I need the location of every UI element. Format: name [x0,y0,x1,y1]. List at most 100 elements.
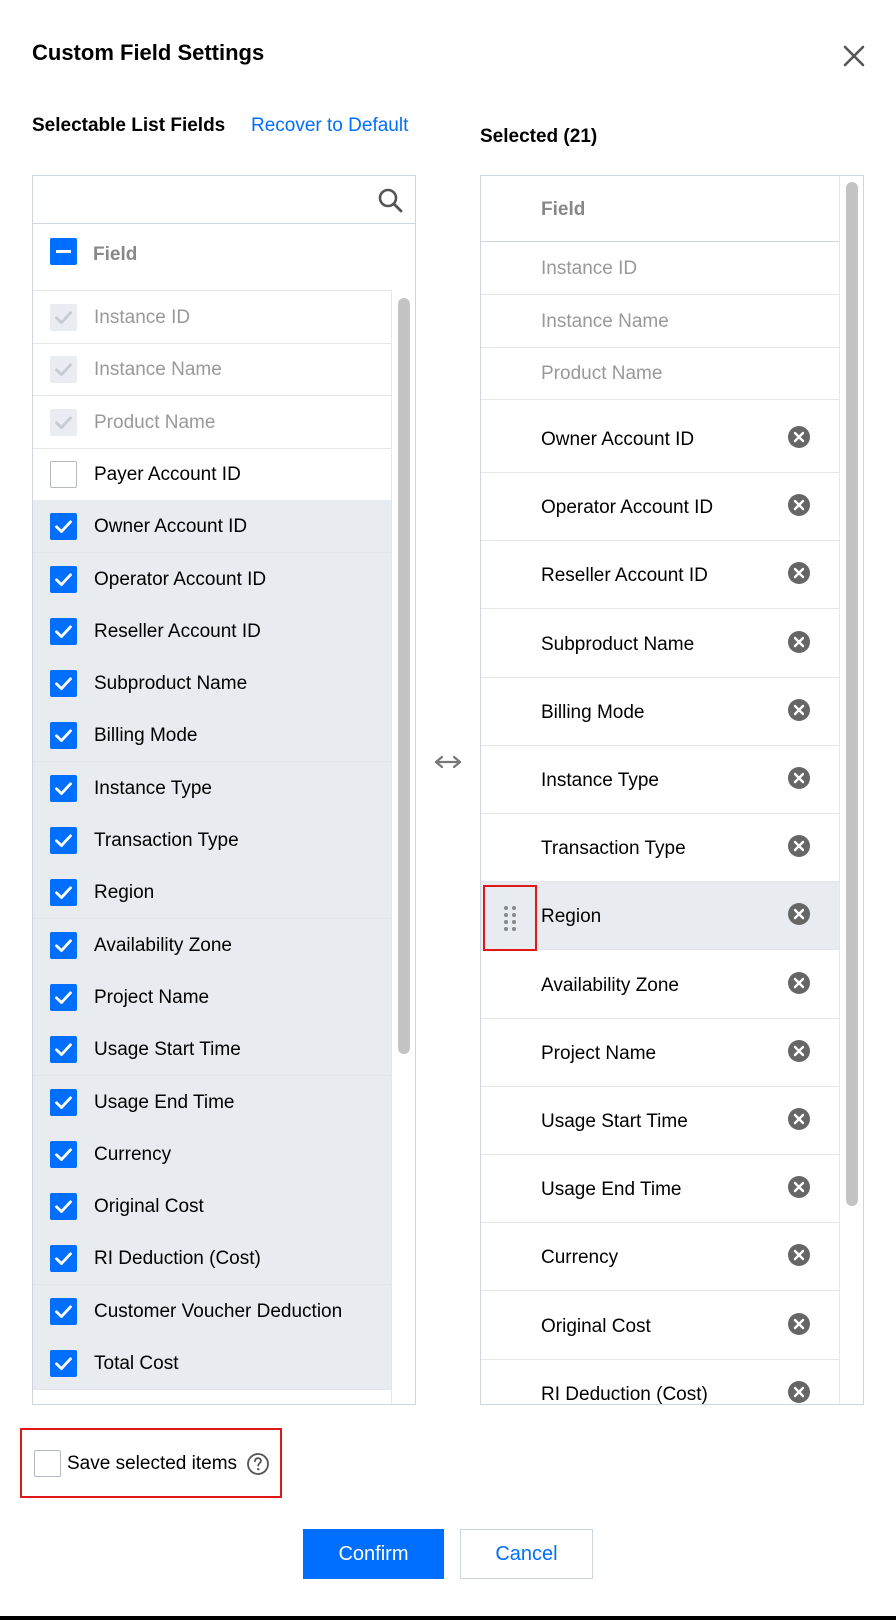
field-option-checkbox[interactable] [50,565,77,593]
remove-circle-icon[interactable] [787,902,811,926]
field-option-row[interactable]: Payer Account ID [33,448,391,501]
selected-field-label: Billing Mode [541,701,645,723]
field-option-checkbox[interactable] [50,670,77,698]
field-option-checkbox[interactable] [50,1297,77,1325]
left-scrollbar-thumb[interactable] [398,298,410,1054]
field-option-checkbox[interactable] [50,1245,77,1273]
field-option-row[interactable]: Instance Type [33,761,391,815]
confirm-button[interactable]: Confirm [303,1529,444,1579]
field-option-row[interactable]: Billing Mode [33,709,391,763]
remove-circle-icon[interactable] [787,1107,811,1131]
field-option-row[interactable]: Transaction Type [33,814,391,867]
field-option-checkbox[interactable] [50,774,77,802]
remove-circle-icon[interactable] [787,698,811,722]
selected-field-row[interactable]: Subproduct Name [481,609,839,678]
remove-circle-icon[interactable] [787,1380,811,1404]
selected-field-row[interactable]: Region [481,882,839,952]
field-option-row[interactable]: Usage Start Time [33,1023,391,1077]
field-option-checkbox[interactable] [50,513,77,541]
remove-circle-icon[interactable] [787,493,811,517]
remove-circle-icon[interactable] [787,1175,811,1199]
left-scrollbar[interactable] [391,290,415,1404]
selectable-fields-panel: Field Instance ID Instance Name Product Na… [32,175,416,1405]
select-all-checkbox[interactable] [50,238,77,265]
field-option-label: Instance Name [94,359,222,381]
field-option-checkbox[interactable] [50,879,77,907]
selected-field-row[interactable]: Transaction Type [481,814,839,883]
save-selected-checkbox[interactable] [34,1450,61,1477]
field-option-checkbox[interactable] [50,1193,77,1221]
selected-field-label: Reseller Account ID [541,565,708,587]
selected-field-row[interactable]: Instance Type [481,746,839,814]
field-option-checkbox[interactable] [50,1140,77,1168]
field-option-checkbox[interactable] [50,1350,77,1377]
selected-field-row[interactable]: Project Name [481,1018,839,1087]
remove-circle-icon[interactable] [787,1243,811,1267]
selected-field-row[interactable]: Billing Mode [481,677,839,746]
field-option-row[interactable]: Owner Account ID [33,500,391,554]
selected-field-row[interactable]: Usage Start Time [481,1087,839,1155]
selected-field-row[interactable]: Availability Zone [481,950,839,1019]
field-option-row[interactable]: Availability Zone [33,918,391,972]
field-option-row[interactable]: RI Deduction (Cost) [33,1232,391,1286]
recover-default-link[interactable]: Recover to Default [251,115,408,137]
selected-field-row-locked: Product Name [481,348,839,400]
field-option-checkbox[interactable] [50,460,77,488]
field-option-checkbox[interactable] [50,983,77,1011]
field-option-row[interactable]: Customer Voucher Deduction [33,1284,391,1338]
field-option-checkbox[interactable] [50,1036,77,1064]
field-option-checkbox [50,304,77,331]
remove-circle-icon[interactable] [787,425,811,449]
selected-field-row[interactable]: Reseller Account ID [481,541,839,610]
field-option-checkbox[interactable] [50,931,77,959]
field-option-row[interactable]: Operator Account ID [33,552,391,606]
selected-field-label: Region [541,906,602,928]
select-all-row[interactable]: Field [33,224,415,284]
field-option-row[interactable]: Project Name [33,970,391,1024]
field-option-row[interactable]: Usage End Time [33,1075,391,1129]
right-scrollbar-thumb[interactable] [846,182,858,1206]
selected-field-row[interactable]: Operator Account ID [481,473,839,542]
selected-field-row[interactable]: RI Deduction (Cost) [481,1359,839,1404]
selected-field-row[interactable]: Currency [481,1223,839,1292]
save-selected-label[interactable]: Save selected items [67,1453,237,1475]
field-option-row[interactable]: Reseller Account ID [33,604,391,658]
remove-circle-icon[interactable] [787,971,811,995]
remove-circle-icon[interactable] [787,630,811,654]
selected-field-label: Owner Account ID [541,429,695,450]
cancel-button[interactable]: Cancel [460,1529,593,1579]
field-option-checkbox[interactable] [50,1088,77,1116]
remove-circle-icon[interactable] [787,834,811,858]
field-option-row[interactable]: Currency [33,1127,391,1181]
remove-circle-icon[interactable] [787,766,811,790]
selected-header-row: Field [481,176,839,242]
search-icon[interactable] [377,187,403,213]
selected-field-row[interactable]: Original Cost [481,1291,839,1360]
right-scrollbar[interactable] [839,176,863,1404]
close-icon[interactable] [838,40,870,72]
selected-field-label: Subproduct Name [541,633,695,655]
selected-field-label: Product Name [541,363,663,384]
field-option-checkbox[interactable] [50,722,77,750]
field-option-label: Payer Account ID [94,463,241,485]
remove-circle-icon[interactable] [787,1312,811,1336]
selected-field-row-locked: Instance Name [481,295,839,348]
search-input[interactable] [33,176,363,222]
field-option-label: Original Cost [94,1196,204,1218]
selectable-fields-list: Instance ID Instance Name Product Name Paye… [33,290,391,1404]
remove-circle-icon[interactable] [787,561,811,585]
field-option-checkbox[interactable] [50,617,77,645]
selected-field-row[interactable]: Owner Account ID [481,405,839,473]
field-option-row[interactable]: Total Cost [33,1337,391,1390]
remove-circle-icon[interactable] [787,1039,811,1063]
selected-field-label: Usage End Time [541,1179,682,1201]
help-icon[interactable] [246,1452,270,1476]
field-option-row[interactable]: Original Cost [33,1180,391,1234]
selected-field-row[interactable]: Usage End Time [481,1155,839,1224]
field-option-row[interactable]: Subproduct Name [33,657,391,711]
selected-field-label: Instance Type [541,770,659,791]
field-option-row[interactable]: Region [33,866,391,920]
field-option-checkbox[interactable] [50,827,77,854]
field-option-checkbox [50,356,77,384]
drag-handle-icon[interactable] [483,885,537,952]
